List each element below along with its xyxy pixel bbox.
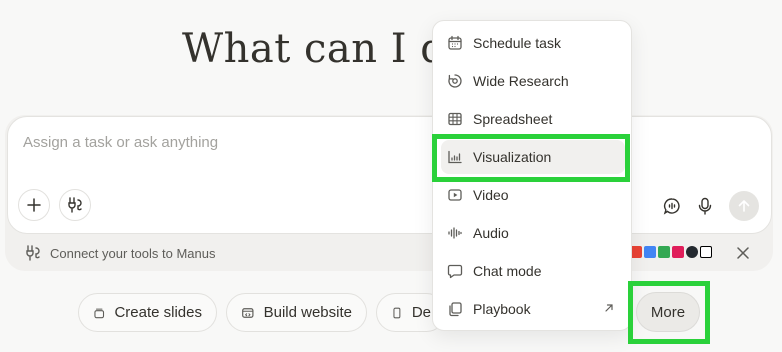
- calendar-icon: [448, 35, 462, 50]
- connect-tools-label: Connect your tools to Manus: [50, 245, 216, 261]
- plug-icon: [68, 197, 82, 213]
- microphone-icon: [698, 197, 712, 215]
- develop-app-label: De: [411, 304, 431, 321]
- build-website-label: Build website: [263, 304, 352, 321]
- build-website-button[interactable]: Build website: [226, 293, 367, 332]
- menu-item-spreadsheet[interactable]: Spreadsheet: [441, 102, 625, 136]
- menu-item-label: Playbook: [473, 301, 531, 317]
- menu-item-label: Schedule task: [473, 35, 561, 51]
- task-input-box[interactable]: Assign a task or ask anything: [7, 116, 772, 234]
- task-input-placeholder[interactable]: Assign a task or ask anything: [23, 134, 218, 151]
- external-link-icon: [605, 304, 613, 312]
- spreadsheet-icon: [448, 112, 462, 126]
- slack-icon: [672, 246, 684, 258]
- voice-chat-button[interactable]: [656, 190, 688, 222]
- notion-icon: [700, 246, 712, 258]
- menu-item-label: Chat mode: [473, 263, 542, 279]
- github-icon: [686, 246, 698, 258]
- more-button[interactable]: More: [636, 292, 700, 332]
- menu-item-label: Wide Research: [473, 73, 569, 89]
- drive-icon: [658, 246, 670, 258]
- chat-wave-icon: [663, 198, 680, 215]
- plug-icon: [26, 245, 40, 261]
- menu-item-label: Visualization: [473, 149, 552, 165]
- plus-icon: [27, 198, 41, 212]
- audio-icon: [448, 227, 462, 239]
- menu-item-visualization[interactable]: Visualization: [441, 140, 625, 174]
- chart-icon: [448, 150, 462, 164]
- add-button[interactable]: [18, 189, 50, 221]
- menu-item-playbook[interactable]: Playbook: [441, 292, 625, 326]
- connect-tools-bar[interactable]: Connect your tools to Manus: [24, 244, 215, 262]
- send-button[interactable]: [729, 191, 759, 221]
- more-button-label: More: [650, 303, 686, 321]
- calendar-app-icon: [644, 246, 656, 258]
- research-icon: [448, 74, 462, 88]
- device-icon: [393, 307, 401, 318]
- video-icon: [448, 189, 462, 201]
- tool-logos[interactable]: [630, 246, 712, 258]
- more-dropdown-menu: Schedule task Wide Research Spreadsheet …: [432, 20, 632, 331]
- tools-button[interactable]: [59, 189, 91, 221]
- close-icon[interactable]: [735, 245, 751, 261]
- page-headline: What can I do: [182, 26, 471, 72]
- create-slides-button[interactable]: Create slides: [78, 293, 217, 332]
- menu-item-audio[interactable]: Audio: [441, 216, 625, 250]
- menu-item-label: Spreadsheet: [473, 111, 553, 127]
- slides-icon: [94, 308, 105, 318]
- create-slides-label: Create slides: [114, 304, 202, 321]
- microphone-button[interactable]: [689, 190, 721, 222]
- menu-item-label: Audio: [473, 225, 509, 241]
- website-icon: [242, 307, 254, 318]
- chat-icon: [447, 264, 463, 279]
- menu-item-wide-research[interactable]: Wide Research: [441, 64, 625, 98]
- arrow-up-icon: [738, 200, 750, 212]
- menu-item-schedule-task[interactable]: Schedule task: [441, 26, 625, 60]
- menu-item-video[interactable]: Video: [441, 178, 625, 212]
- menu-item-chat-mode[interactable]: Chat mode: [441, 254, 625, 288]
- menu-item-label: Video: [473, 187, 509, 203]
- playbook-icon: [449, 302, 462, 317]
